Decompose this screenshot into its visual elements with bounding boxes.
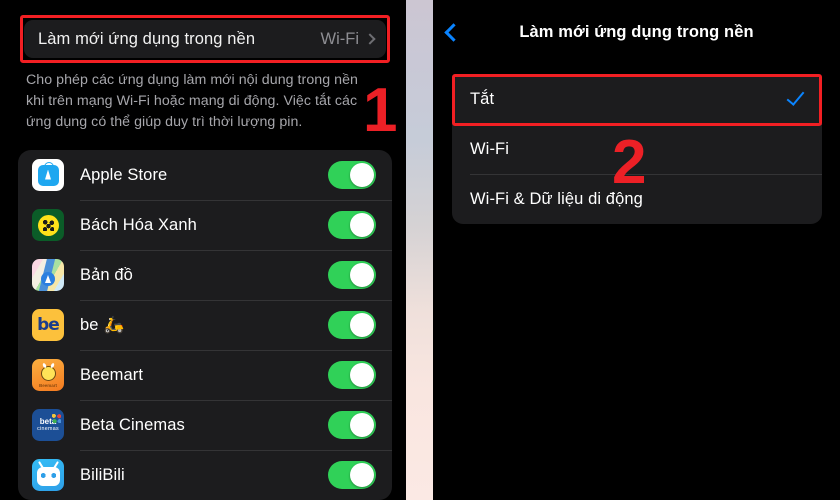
app-label: BiliBili <box>80 465 125 484</box>
app-name: Beemart <box>80 366 328 385</box>
app-label: Beemart <box>80 365 144 384</box>
refresh-option-list: Tắt Wi-Fi Wi-Fi & Dữ liệu di động <box>452 74 822 224</box>
be-icon-text: be <box>37 315 60 335</box>
panel-divider <box>406 0 433 500</box>
app-name: Apple Store <box>80 166 328 185</box>
app-name: Bản đồ <box>80 266 328 285</box>
beta-cinemas-icon: beta cinemas <box>32 409 64 441</box>
app-row-ban-do[interactable]: Bản đồ <box>18 250 392 300</box>
app-row-be[interactable]: be be 🛵 <box>18 300 392 350</box>
app-label: be <box>80 315 99 334</box>
app-label: Bách Hóa Xanh <box>80 215 197 234</box>
app-label: Apple Store <box>80 165 168 184</box>
app-name: Beta Cinemas <box>80 416 328 435</box>
chevron-right-icon <box>364 32 376 45</box>
app-label: Bản đồ <box>80 265 133 284</box>
screenshot-root: Làm mới ứng dụng trong nền Wi-Fi Cho phé… <box>0 0 840 500</box>
bilibili-icon <box>32 459 64 491</box>
navigation-bar: Làm mới ứng dụng trong nền <box>433 15 840 49</box>
app-row-beta-cinemas[interactable]: beta cinemas Beta Cinemas <box>18 400 392 450</box>
page-title: Làm mới ứng dụng trong nền <box>519 22 754 41</box>
background-app-refresh-description: Cho phép các ứng dụng làm mới nội dung t… <box>26 72 358 130</box>
option-label: Tắt <box>470 89 495 108</box>
app-toggle-beta-cinemas[interactable] <box>328 411 376 439</box>
app-name: Bách Hóa Xanh <box>80 216 328 235</box>
app-row-bach-hoa-xanh[interactable]: Bách Hóa Xanh <box>18 200 392 250</box>
app-label: Beta Cinemas <box>80 415 185 434</box>
app-toggle-be[interactable] <box>328 311 376 339</box>
apple-store-icon <box>32 159 64 191</box>
option-row-wifi[interactable]: Wi-Fi <box>452 124 822 174</box>
app-name: be 🛵 <box>80 316 328 335</box>
beemart-icon-text: Beemart <box>38 383 57 388</box>
app-toggle-bach-hoa-xanh[interactable] <box>328 211 376 239</box>
maps-icon <box>32 259 64 291</box>
be-icon: be <box>32 309 64 341</box>
scooter-emoji-icon: 🛵 <box>103 315 125 334</box>
option-label: Wi-Fi <box>470 139 509 158</box>
app-row-bilibili[interactable]: BiliBili <box>18 450 392 500</box>
app-toggle-list: Apple Store Bách Hóa Xanh Bản đồ be be 🛵… <box>18 150 392 500</box>
beta-icon-text-2: cinemas <box>37 426 59 432</box>
background-app-refresh-label: Làm mới ứng dụng trong nền <box>38 29 256 48</box>
option-row-tat[interactable]: Tắt <box>452 74 822 124</box>
app-row-apple-store[interactable]: Apple Store <box>18 150 392 200</box>
checkmark-icon <box>786 87 805 106</box>
bach-hoa-xanh-icon <box>32 209 64 241</box>
app-toggle-bilibili[interactable] <box>328 461 376 489</box>
option-row-wifi-cellular[interactable]: Wi-Fi & Dữ liệu di động <box>452 174 822 224</box>
app-toggle-apple-store[interactable] <box>328 161 376 189</box>
left-phone-screen: Làm mới ứng dụng trong nền Wi-Fi Cho phé… <box>0 0 406 500</box>
background-app-refresh-row[interactable]: Làm mới ứng dụng trong nền Wi-Fi <box>24 20 386 58</box>
app-name: BiliBili <box>80 466 328 485</box>
background-app-refresh-value: Wi-Fi <box>320 29 359 48</box>
beemart-icon: Beemart <box>32 359 64 391</box>
app-row-beemart[interactable]: Beemart Beemart <box>18 350 392 400</box>
app-toggle-beemart[interactable] <box>328 361 376 389</box>
app-toggle-ban-do[interactable] <box>328 261 376 289</box>
option-label: Wi-Fi & Dữ liệu di động <box>470 189 643 208</box>
